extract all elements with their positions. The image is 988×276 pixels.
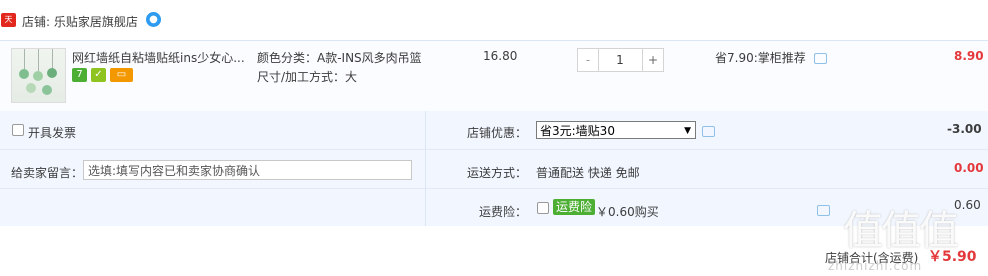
promo-info-icon[interactable] <box>813 53 827 64</box>
watermark-logo: 值值值 <box>843 208 959 254</box>
shop-discount-label: 店铺优惠： <box>467 126 528 140</box>
promotion-text: 省7.90:掌柜推荐 <box>715 49 827 66</box>
discount-amount: -3.00 <box>947 122 982 136</box>
divider <box>0 188 988 189</box>
insurance-price: ￥0.60购买 <box>596 205 659 219</box>
seller-message-input[interactable]: 选填:填写内容已和卖家协商确认 <box>83 160 412 180</box>
cart-item-row: 网红墙纸自粘墙贴纸ins少女心... 7 ✓ ▭ 颜色分类：A款-INS风多肉吊… <box>0 40 988 112</box>
shipping-amount: 0.00 <box>954 161 984 175</box>
message-label: 给卖家留言： <box>11 166 84 180</box>
insurance-checkbox[interactable] <box>537 202 549 214</box>
shop-discount-select[interactable]: 省3元:墙贴30 ▼ <box>536 121 696 139</box>
divider <box>0 149 988 150</box>
quantity-stepper: - 1 + <box>577 48 664 72</box>
sku-color: 颜色分类：A款-INS风多肉吊篮 <box>257 51 422 65</box>
invoice-checkbox[interactable] <box>12 124 24 136</box>
seven-day-return-icon: 7 <box>72 68 87 82</box>
shop-name-link[interactable]: 店铺: 乐贴家居旗舰店 <box>22 13 138 30</box>
promotion-label: 省7.90:掌柜推荐 <box>715 51 806 65</box>
discount-selected-value: 省3元:墙贴30 <box>540 124 615 138</box>
service-guarantee-icon: ✓ <box>91 68 106 82</box>
insurance-badge: 运费险 <box>553 199 596 215</box>
column-divider <box>425 111 426 226</box>
qty-minus-button[interactable]: - <box>578 49 599 71</box>
product-thumbnail[interactable] <box>11 48 66 103</box>
sku-size: 尺寸/加工方式：大 <box>257 70 358 84</box>
chevron-down-icon: ▼ <box>684 126 691 136</box>
shipping-insurance-label: 运费险： <box>479 205 528 219</box>
insurance-amount: 0.60 <box>954 198 981 212</box>
wangwang-chat-icon[interactable]: ● <box>146 12 161 27</box>
thumb-decor <box>33 71 43 81</box>
thumb-decor <box>38 49 39 71</box>
tmall-icon: 天猫 <box>1 13 16 38</box>
product-title-link[interactable]: 网红墙纸自粘墙贴纸ins少女心... <box>72 49 244 66</box>
qty-plus-button[interactable]: + <box>642 49 663 71</box>
shipping-method-value: 普通配送 快递 免邮 <box>536 166 640 180</box>
invoice-label: 开具发票 <box>28 126 77 140</box>
shipping-method-label: 运送方式： <box>467 166 528 180</box>
insurance-info-icon[interactable] <box>817 205 830 216</box>
unit-price: 16.80 <box>483 49 518 63</box>
thumb-decor <box>19 69 29 79</box>
item-subtotal: 8.90 <box>954 49 984 63</box>
discount-info-icon[interactable] <box>702 126 715 137</box>
thumb-decor <box>26 83 36 93</box>
credit-card-icon: ▭ <box>110 68 133 82</box>
thumb-decor <box>47 68 57 78</box>
watermark-url: zhizhizhi.com <box>828 259 923 273</box>
qty-input[interactable]: 1 <box>599 49 641 71</box>
thumb-decor <box>42 85 52 95</box>
thumb-decor <box>24 49 25 71</box>
